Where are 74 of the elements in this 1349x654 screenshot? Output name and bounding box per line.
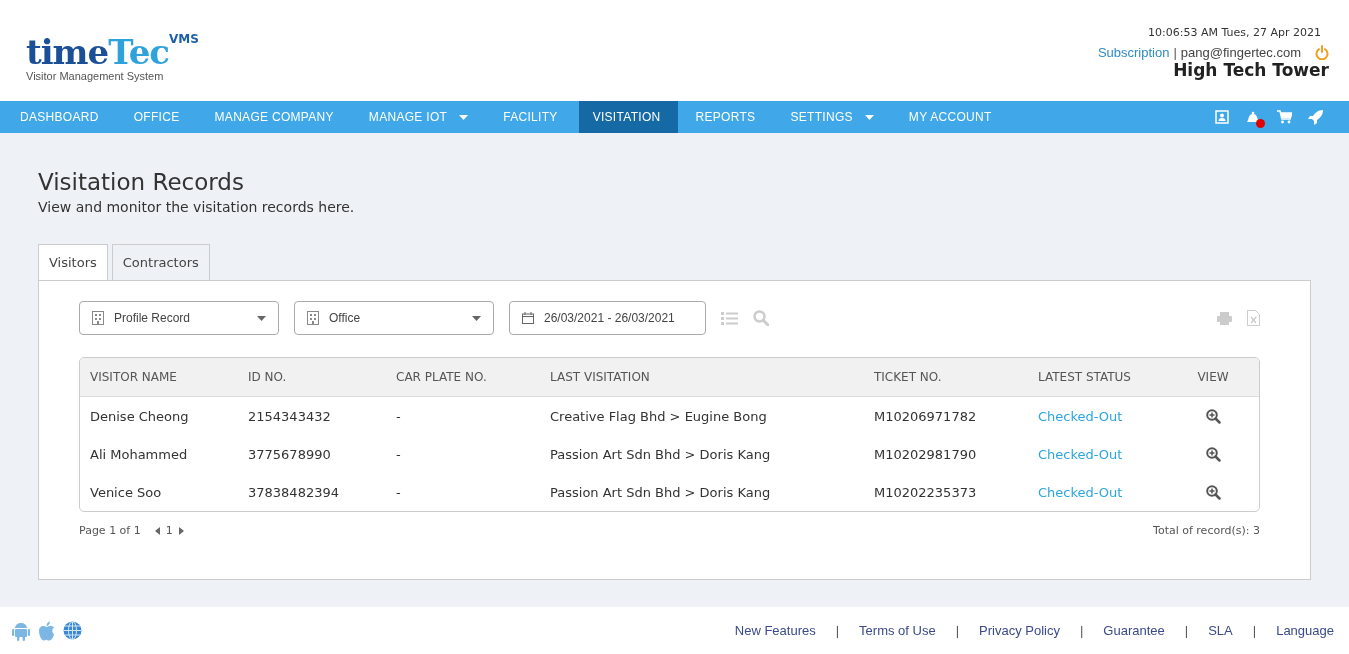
nav-item[interactable]: VISITATION <box>578 101 678 133</box>
table-cell-text: Passion Art Sdn Bhd > Doris Kang <box>549 484 772 500</box>
building-icon <box>307 311 319 325</box>
separator-text: | <box>835 623 840 638</box>
bell-icon[interactable] <box>1245 109 1261 125</box>
table-cell-text: - <box>395 446 402 462</box>
previous-page-icon[interactable] <box>154 526 160 535</box>
footer-link[interactable]: SLA <box>1208 623 1233 638</box>
page-title: Visitation Records <box>38 169 245 195</box>
column-header: LAST VISITATION <box>549 370 651 384</box>
subscription-link[interactable]: Subscription <box>1097 45 1170 60</box>
excel-file-icon[interactable] <box>1247 310 1260 326</box>
date-time: 10:06:53 AM Tues, 27 Apr 2021 <box>1148 26 1321 39</box>
table-cell-text: - <box>395 408 402 424</box>
location-dropdown[interactable]: Office <box>294 301 494 335</box>
printer-icon[interactable] <box>1217 311 1232 325</box>
apple-icon[interactable] <box>38 620 55 641</box>
table-cell-text: Passion Art Sdn Bhd > Doris Kang <box>549 446 772 462</box>
search-icon[interactable] <box>753 310 769 326</box>
calendar-icon <box>522 312 534 324</box>
tab[interactable]: Visitors <box>38 244 108 281</box>
android-icon[interactable] <box>12 620 30 641</box>
logo-superscript-text: VMS <box>168 32 199 46</box>
table-cell-text: 37838482394 <box>247 484 340 500</box>
footer-link[interactable]: New Features <box>734 623 816 638</box>
record-total: Total of record(s): 3 <box>1153 524 1260 537</box>
zoom-in-icon[interactable] <box>1205 446 1221 462</box>
footer-link[interactable]: Terms of Use <box>859 623 936 638</box>
table-cell-text: 3775678990 <box>247 446 332 462</box>
page-subtitle: View and monitor the visitation records here. <box>38 199 356 215</box>
zoom-in-icon[interactable] <box>1205 408 1221 424</box>
separator-text: | <box>1079 623 1084 638</box>
caret-icon <box>472 315 481 321</box>
column-header: CAR PLATE NO. <box>395 370 488 384</box>
footer-link[interactable]: Privacy Policy <box>979 623 1060 638</box>
table-cell-text: Creative Flag Bhd > Eugine Bong <box>549 408 768 424</box>
footer-link[interactable]: Language <box>1276 623 1334 638</box>
page-number[interactable]: 1 <box>165 524 173 537</box>
next-page-icon[interactable] <box>178 526 184 535</box>
column-header: VIEW <box>1196 370 1230 384</box>
date-range-field[interactable]: 26/03/2021 - 26/03/2021 <box>509 301 706 335</box>
caret-icon <box>257 315 266 321</box>
page-info: Page 1 of 1 <box>79 524 141 537</box>
footer-link[interactable]: Guarantee <box>1103 623 1165 638</box>
column-header: TICKET NO. <box>873 370 943 384</box>
separator-text: | <box>955 623 960 638</box>
table-cell-text: 2154343432 <box>247 408 332 424</box>
rocket-icon[interactable] <box>1308 109 1323 125</box>
power-icon[interactable] <box>1315 45 1329 60</box>
list-icon[interactable] <box>721 311 738 325</box>
separator-text: | <box>1252 623 1257 638</box>
zoom-in-icon[interactable] <box>1205 484 1221 500</box>
contact-card-icon[interactable] <box>1215 110 1229 124</box>
table-cell-text: Ali Mohammed <box>89 446 189 462</box>
building-icon <box>92 311 104 325</box>
table-cell-text: - <box>395 484 402 500</box>
globe-icon[interactable] <box>63 621 82 640</box>
table-cell-text: M10202981790 <box>873 446 978 462</box>
table-cell-text: Denise Cheong <box>89 408 190 424</box>
separator-text: | <box>1173 45 1177 60</box>
column-header: LATEST STATUS <box>1037 370 1132 384</box>
table-cell-text: Venice Soo <box>89 484 163 500</box>
table-cell-text: M10206971782 <box>873 408 978 424</box>
logo-wordmark: timeTec <box>26 32 169 72</box>
separator-text: | <box>1184 623 1189 638</box>
column-header: VISITOR NAME <box>89 370 178 384</box>
user-email: pang@fingertec.com <box>1180 45 1301 60</box>
table-cell-text: M10202235373 <box>873 484 978 500</box>
record-type-dropdown[interactable]: Profile Record <box>79 301 279 335</box>
tab[interactable]: Contractors <box>111 244 210 280</box>
site-name: High Tech Tower <box>1173 60 1329 80</box>
cart-icon[interactable] <box>1277 110 1292 124</box>
logo-tagline: Visitor Management System <box>26 70 165 82</box>
column-header: ID NO. <box>247 370 288 384</box>
